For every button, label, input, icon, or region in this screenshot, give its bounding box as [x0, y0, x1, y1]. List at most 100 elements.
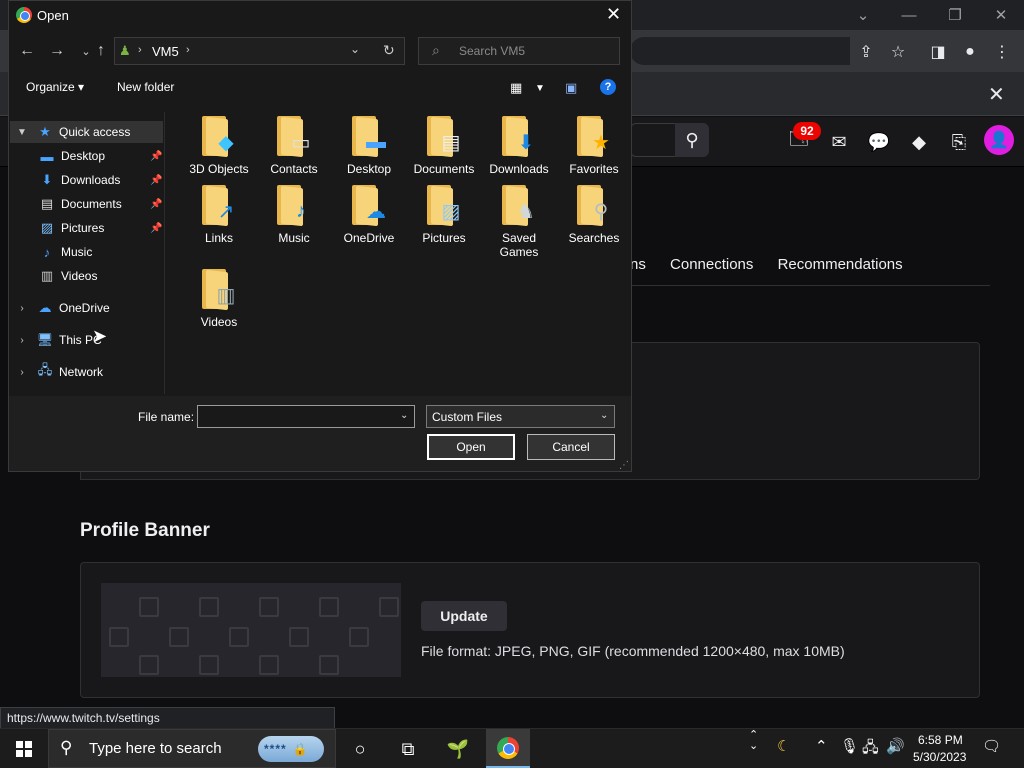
folder-links[interactable]: ↗ Links: [184, 185, 254, 245]
sidebar-item-desktop[interactable]: ▬ Desktop: [38, 145, 106, 167]
new-folder-button[interactable]: New folder: [117, 80, 174, 94]
download-arrow-icon: ⬇: [517, 131, 535, 154]
folder-documents[interactable]: ▤ Documents: [409, 116, 479, 176]
folder-saved-games[interactable]: ♞ Saved Games: [484, 185, 554, 259]
search-icon: ⌕: [432, 42, 440, 58]
notification-center-icon[interactable]: 🗨: [982, 737, 1001, 755]
night-light-moon-icon[interactable]: ☾: [777, 737, 790, 755]
address-dropdown-icon[interactable]: ⌄: [350, 42, 360, 56]
taskbar-chrome-button[interactable]: [486, 729, 530, 768]
volume-icon[interactable]: 🔊: [886, 737, 905, 755]
sidebar-item-network[interactable]: › 🖧 Network: [13, 361, 103, 383]
contact-card-icon: ▭: [291, 131, 311, 154]
help-icon[interactable]: ?: [600, 79, 616, 95]
sidebar-item-music[interactable]: ♪ Music: [38, 241, 93, 263]
expand-chevron-icon[interactable]: ›: [13, 332, 31, 348]
folder-3d-objects[interactable]: ◆ 3D Objects: [184, 116, 254, 176]
sidebar-item-this-pc[interactable]: › 🖥 This PC: [13, 329, 101, 351]
folder-searches[interactable]: ⚲ Searches: [559, 185, 629, 245]
folder-music[interactable]: ♪ Music: [259, 185, 329, 245]
dialog-close-icon[interactable]: ✕: [606, 4, 621, 25]
prime-crown-icon[interactable]: ⎘: [945, 128, 973, 156]
whispers-icon[interactable]: 💬: [865, 128, 893, 156]
sidebar-item-label: Desktop: [61, 149, 106, 163]
document-icon: ▤: [40, 196, 54, 211]
file-name-dropdown-icon[interactable]: ⌄: [400, 410, 408, 421]
show-hidden-icons-chevron[interactable]: ⌃: [815, 737, 828, 755]
file-type-select[interactable]: Custom Files: [426, 405, 615, 428]
status-bar-url: https://www.twitch.tv/settings: [0, 707, 335, 729]
tray-scroll-icon[interactable]: ⌃ ⌄: [749, 730, 758, 752]
forward-arrow-icon[interactable]: →: [46, 40, 68, 62]
sidebar-item-onedrive[interactable]: › ☁ OneDrive: [13, 297, 109, 319]
profile-picture-card-edge: [80, 472, 632, 480]
minimize-button[interactable]: —: [886, 0, 932, 30]
bookmark-star-icon[interactable]: ☆: [886, 40, 910, 64]
picture-icon: ▨: [441, 200, 461, 223]
sidebar-item-downloads[interactable]: ⬇ Downloads: [38, 169, 121, 191]
twitch-search-input[interactable]: [630, 123, 676, 157]
back-arrow-icon[interactable]: ←: [16, 40, 38, 62]
resize-grip-icon[interactable]: ⋰: [619, 460, 629, 471]
microphone-icon[interactable]: 🎙: [840, 737, 859, 755]
settings-tabs: ns Connections Recommendations: [630, 256, 923, 276]
inbox-icon[interactable]: ✉: [825, 128, 853, 156]
open-button[interactable]: Open: [427, 434, 515, 460]
folder-downloads[interactable]: ⬇ Downloads: [484, 116, 554, 176]
cancel-button[interactable]: Cancel: [527, 434, 615, 460]
restore-button[interactable]: ❐: [932, 0, 978, 30]
clock-time[interactable]: 6:58 PM: [918, 733, 963, 747]
twitch-search-button[interactable]: ⚲: [675, 123, 709, 157]
file-name-input[interactable]: [197, 405, 415, 428]
film-icon: ▥: [216, 284, 236, 307]
folder-label: Pictures: [422, 231, 466, 245]
organize-button[interactable]: Organize ▾: [26, 80, 84, 94]
update-banner-button[interactable]: Update: [421, 601, 507, 631]
share-icon[interactable]: ⇪: [854, 40, 878, 64]
network-tray-icon[interactable]: 🖧: [862, 737, 879, 762]
sidebar-item-videos[interactable]: ▥ Videos: [38, 265, 98, 287]
folder-search-input[interactable]: Search VM5: [418, 37, 620, 65]
profile-icon[interactable]: ●: [958, 40, 982, 64]
tab-recommendations[interactable]: Recommendations: [778, 256, 903, 273]
cube-icon: ◆: [218, 131, 234, 154]
start-button[interactable]: [0, 729, 48, 768]
folder-videos[interactable]: ▥ Videos: [184, 269, 254, 329]
tab-search-chevron-icon[interactable]: ⌄: [840, 0, 886, 30]
tab-partial[interactable]: ns: [630, 256, 646, 273]
view-options-chevron-icon[interactable]: ▼: [535, 83, 545, 94]
folder-favorites[interactable]: ★ Favorites: [559, 116, 629, 176]
cortana-icon[interactable]: ○: [341, 733, 379, 765]
folder-pictures[interactable]: ▨ Pictures: [409, 185, 479, 245]
sidebar-item-documents[interactable]: ▤ Documents: [38, 193, 122, 215]
omnibox[interactable]: [630, 37, 850, 65]
up-arrow-icon[interactable]: ↑: [90, 40, 112, 62]
clock-date[interactable]: 5/30/2023: [913, 750, 966, 764]
star-icon: ★: [39, 124, 51, 139]
file-type-dropdown-icon[interactable]: ⌄: [600, 410, 608, 421]
folder-contacts[interactable]: ▭ Contacts: [259, 116, 329, 176]
infobar-close-icon[interactable]: ✕: [988, 82, 1005, 107]
task-view-icon[interactable]: ⧉: [389, 733, 427, 765]
change-view-icon[interactable]: ▦: [510, 80, 522, 96]
window-close-button[interactable]: ✕: [978, 0, 1024, 30]
user-avatar[interactable]: 👤: [984, 125, 1014, 155]
windows-logo-icon: [16, 740, 32, 757]
banner-preview-image: [101, 583, 401, 677]
sidebar-item-quick-access[interactable]: ▼ ★ Quick access: [13, 121, 130, 143]
refresh-icon[interactable]: ↻: [383, 42, 395, 59]
expand-chevron-icon[interactable]: ›: [13, 364, 31, 380]
address-path[interactable]: VM5: [152, 44, 179, 59]
tab-connections[interactable]: Connections: [670, 256, 753, 273]
side-panel-icon[interactable]: ◨: [926, 40, 950, 64]
sidebar-item-pictures[interactable]: ▨ Pictures: [38, 217, 105, 239]
cloud-icon: ☁: [38, 300, 52, 315]
expand-chevron-icon[interactable]: ›: [13, 300, 31, 316]
bits-icon[interactable]: ◆: [905, 128, 933, 156]
preview-pane-icon[interactable]: ▣: [565, 80, 577, 96]
chrome-menu-icon[interactable]: ⋮: [990, 40, 1014, 64]
folder-onedrive[interactable]: ☁ OneDrive: [334, 185, 404, 245]
pinned-app-icon[interactable]: 🌱: [439, 733, 477, 765]
expand-chevron-icon[interactable]: ▼: [13, 124, 31, 140]
folder-desktop[interactable]: ▬ Desktop: [334, 116, 404, 176]
